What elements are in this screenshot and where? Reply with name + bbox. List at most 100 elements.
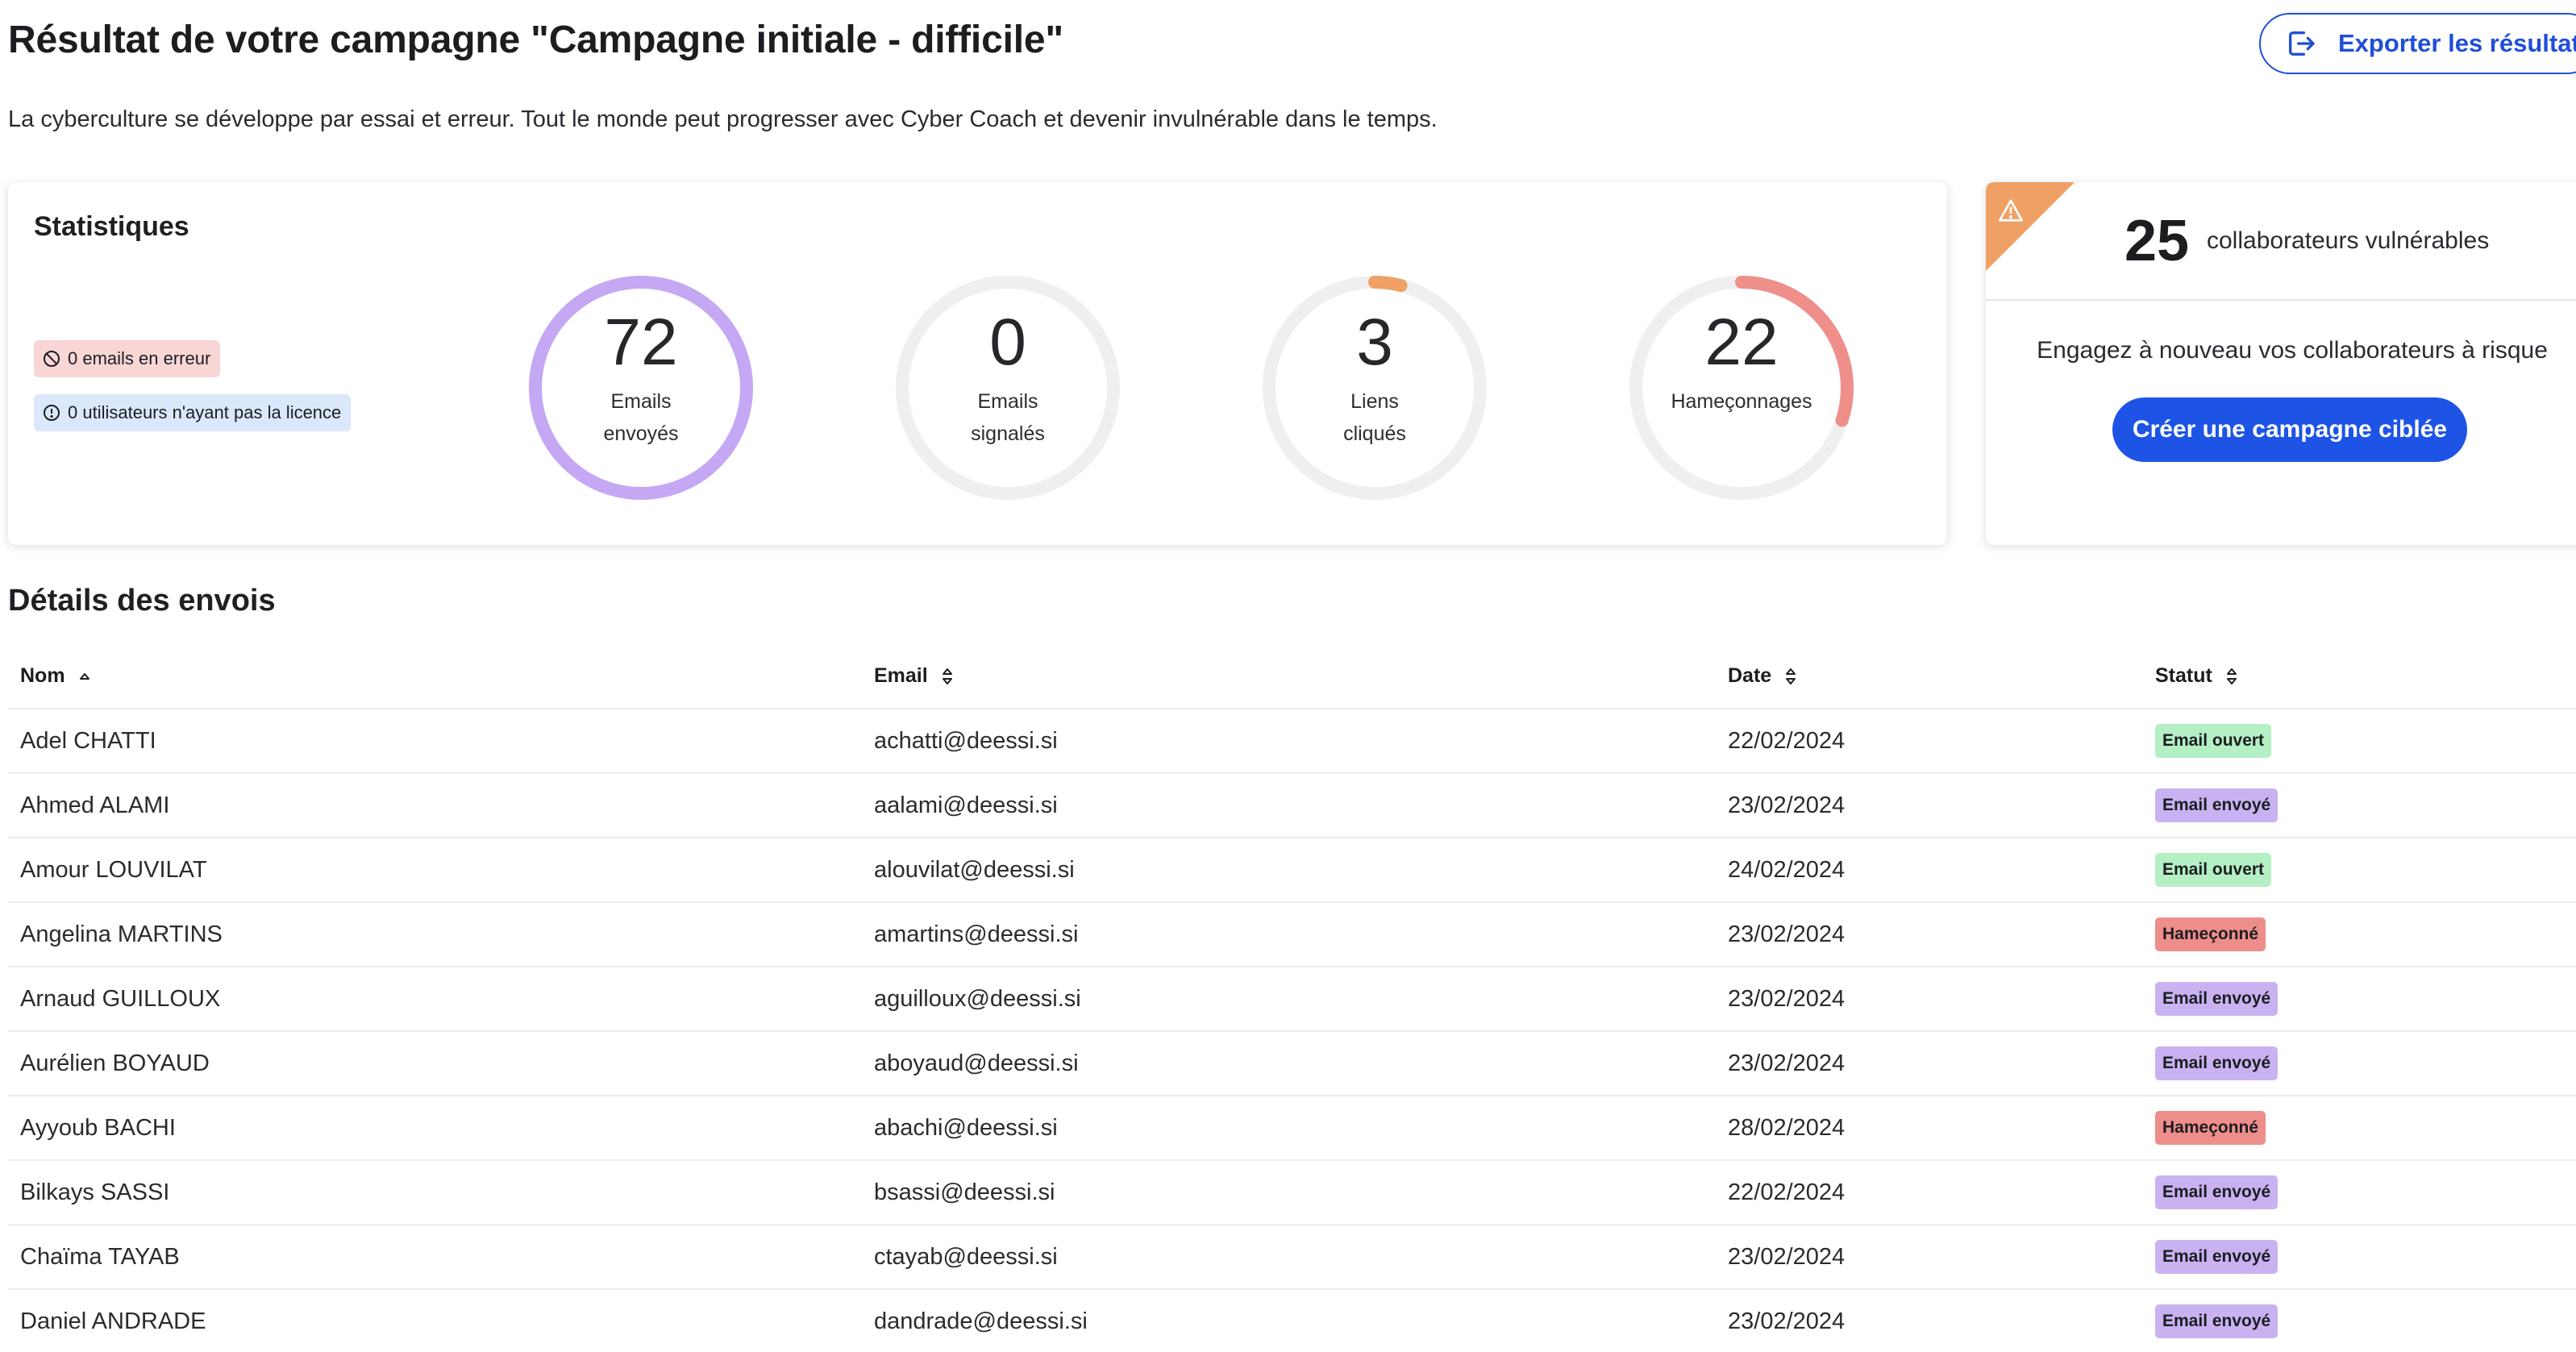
cell-nom: Bilkays SASSI xyxy=(20,1179,170,1205)
status-badge: Email envoyé xyxy=(2155,788,2278,822)
ring-emails-sent: 72 Emails envoyés xyxy=(524,271,758,505)
forbidden-icon xyxy=(44,351,60,367)
cell-date: 23/02/2024 xyxy=(1728,921,1846,947)
licence-text: 0 utilisateurs n'ayant pas la licence xyxy=(68,402,342,422)
ring-label: Emails signalés xyxy=(971,390,1045,445)
status-badge: Hameçonné xyxy=(2155,917,2266,951)
column-label: Statut xyxy=(2155,664,2212,687)
column-header-email[interactable]: Email xyxy=(874,664,955,688)
vulnerable-count: 25 xyxy=(2124,209,2190,273)
table-body: Adel CHATTI achatti@deessi.si 22/02/2024 Em… xyxy=(8,709,2576,1352)
create-targeted-campaign-button[interactable]: Créer une campagne ciblée xyxy=(2112,397,2467,462)
cell-email: ctayab@deessi.si xyxy=(874,1243,1058,1270)
cell-email: aguilloux@deessi.si xyxy=(874,985,1081,1012)
warning-icon xyxy=(1998,199,2023,222)
cell-statut: Hameçonné xyxy=(2155,903,2266,966)
reengage-text: Engagez à nouveau vos collaborateurs à r… xyxy=(2037,337,2548,364)
statistics-card: Statistiques 0 emails en erreur 0 utilis… xyxy=(8,182,1947,545)
ring-label: Emails envoyés xyxy=(603,390,679,445)
cell-email: amartins@deessi.si xyxy=(874,921,1079,947)
cell-nom: Aurélien BOYAUD xyxy=(20,1050,210,1076)
cell-statut: Email envoyé xyxy=(2155,1225,2278,1288)
cell-statut: Hameçonné xyxy=(2155,1096,2266,1159)
cell-email: abachi@deessi.si xyxy=(874,1114,1058,1141)
sort-icon xyxy=(2226,668,2237,684)
status-badge: Email envoyé xyxy=(2155,1046,2278,1080)
table-row[interactable]: Ayyoub BACHI abachi@deessi.si 28/02/2024 Ha… xyxy=(8,1096,2576,1161)
cell-email: achatti@deessi.si xyxy=(874,727,1058,754)
table-row[interactable]: Amour LOUVILAT alouvilat@deessi.si 24/02/2… xyxy=(8,838,2576,903)
divider xyxy=(1986,299,2576,301)
column-label: Nom xyxy=(20,664,65,687)
table-row[interactable]: Chaïma TAYAB ctayab@deessi.si 23/02/2024 Em… xyxy=(8,1225,2576,1290)
table-row[interactable]: Daniel ANDRADE dandrade@deessi.si 23/02/20… xyxy=(8,1290,2576,1352)
cell-nom: Daniel ANDRADE xyxy=(20,1308,206,1334)
ring-value: 22 xyxy=(1704,306,1779,379)
cell-email: alouvilat@deessi.si xyxy=(874,856,1075,883)
cell-date: 28/02/2024 xyxy=(1728,1114,1846,1141)
table-row[interactable]: Adel CHATTI achatti@deessi.si 22/02/2024 Em… xyxy=(8,709,2576,774)
cell-email: bsassi@deessi.si xyxy=(874,1179,1055,1205)
cell-date: 23/02/2024 xyxy=(1728,1243,1846,1270)
cell-nom: Amour LOUVILAT xyxy=(20,856,207,883)
emails-error-text: 0 emails en erreur xyxy=(68,348,211,368)
ring-emails-reported: 0 Emails signalés xyxy=(891,271,1125,505)
cell-nom: Angelina MARTINS xyxy=(20,921,223,947)
table-row[interactable]: Aurélien BOYAUD aboyaud@deessi.si 23/02/20… xyxy=(8,1032,2576,1096)
cell-statut: Email ouvert xyxy=(2155,709,2272,772)
export-results-label: Exporter les résultats xyxy=(2338,29,2576,57)
table-row[interactable]: Bilkays SASSI bsassi@deessi.si 22/02/2024 E… xyxy=(8,1161,2576,1225)
cell-email: aboyaud@deessi.si xyxy=(874,1050,1079,1076)
status-badge: Hameçonné xyxy=(2155,1111,2266,1145)
info-icon xyxy=(44,405,60,421)
cell-statut: Email ouvert xyxy=(2155,838,2272,901)
table-row[interactable]: Ahmed ALAMI aalami@deessi.si 23/02/2024 Ema… xyxy=(8,774,2576,838)
column-header-date[interactable]: Date xyxy=(1728,664,1799,688)
status-badge: Email ouvert xyxy=(2155,853,2272,887)
status-badge: Email envoyé xyxy=(2155,982,2278,1016)
ring-label: Hameçonnages xyxy=(1671,390,1812,413)
column-header-nom[interactable]: Nom xyxy=(20,664,93,688)
table-row[interactable]: Angelina MARTINS amartins@deessi.si 23/02/… xyxy=(8,903,2576,967)
emails-error-badge: 0 emails en erreur xyxy=(34,340,221,377)
status-badge: Email envoyé xyxy=(2155,1240,2278,1274)
page-subtitle: La cyberculture se développe par essai e… xyxy=(8,106,1438,132)
cell-date: 23/02/2024 xyxy=(1728,1308,1846,1334)
column-label: Email xyxy=(874,664,928,687)
ring-phished: 22 Hameçonnages xyxy=(1625,271,1858,505)
cell-date: 23/02/2024 xyxy=(1728,985,1846,1012)
cell-statut: Email envoyé xyxy=(2155,1290,2278,1352)
cell-nom: Chaïma TAYAB xyxy=(20,1243,180,1270)
cell-statut: Email envoyé xyxy=(2155,1032,2278,1095)
cell-statut: Email envoyé xyxy=(2155,967,2278,1030)
cell-date: 23/02/2024 xyxy=(1728,1050,1846,1076)
details-title: Détails des envois xyxy=(8,584,276,618)
cell-date: 22/02/2024 xyxy=(1728,727,1846,754)
ring-label: Liens cliqués xyxy=(1343,390,1406,445)
cell-nom: Ayyoub BACHI xyxy=(20,1114,176,1141)
export-results-button[interactable]: Exporter les résultats xyxy=(2259,13,2576,74)
warning-corner xyxy=(1986,182,2075,271)
sort-icon xyxy=(942,668,952,684)
status-badge: Email envoyé xyxy=(2155,1304,2278,1338)
sort-asc-icon xyxy=(79,672,89,680)
export-icon xyxy=(2289,31,2315,56)
ring-value: 3 xyxy=(1356,306,1393,379)
status-badge: Email envoyé xyxy=(2155,1175,2278,1209)
campaign-results-page: Résultat de votre campagne "Campagne ini… xyxy=(0,0,2576,1352)
table-row[interactable]: Arnaud GUILLOUX aguilloux@deessi.si 23/02/… xyxy=(8,967,2576,1032)
page-title: Résultat de votre campagne "Campagne ini… xyxy=(8,19,1063,61)
vulnerable-collaborators-card: 25 collaborateurs vulnérables Engagez à … xyxy=(1986,182,2576,545)
ring-links-clicked: 3 Liens cliqués xyxy=(1258,271,1492,505)
cell-nom: Arnaud GUILLOUX xyxy=(20,985,221,1012)
cell-date: 22/02/2024 xyxy=(1728,1179,1846,1205)
sort-icon xyxy=(1786,668,1796,684)
cell-nom: Adel CHATTI xyxy=(20,727,156,754)
cell-date: 23/02/2024 xyxy=(1728,792,1846,818)
cell-email: dandrade@deessi.si xyxy=(874,1308,1088,1334)
cell-statut: Email envoyé xyxy=(2155,1161,2278,1224)
licence-badge: 0 utilisateurs n'ayant pas la licence xyxy=(34,394,352,431)
cell-date: 24/02/2024 xyxy=(1728,856,1846,883)
column-header-statut[interactable]: Statut xyxy=(2155,664,2240,688)
ring-value: 0 xyxy=(989,306,1026,379)
